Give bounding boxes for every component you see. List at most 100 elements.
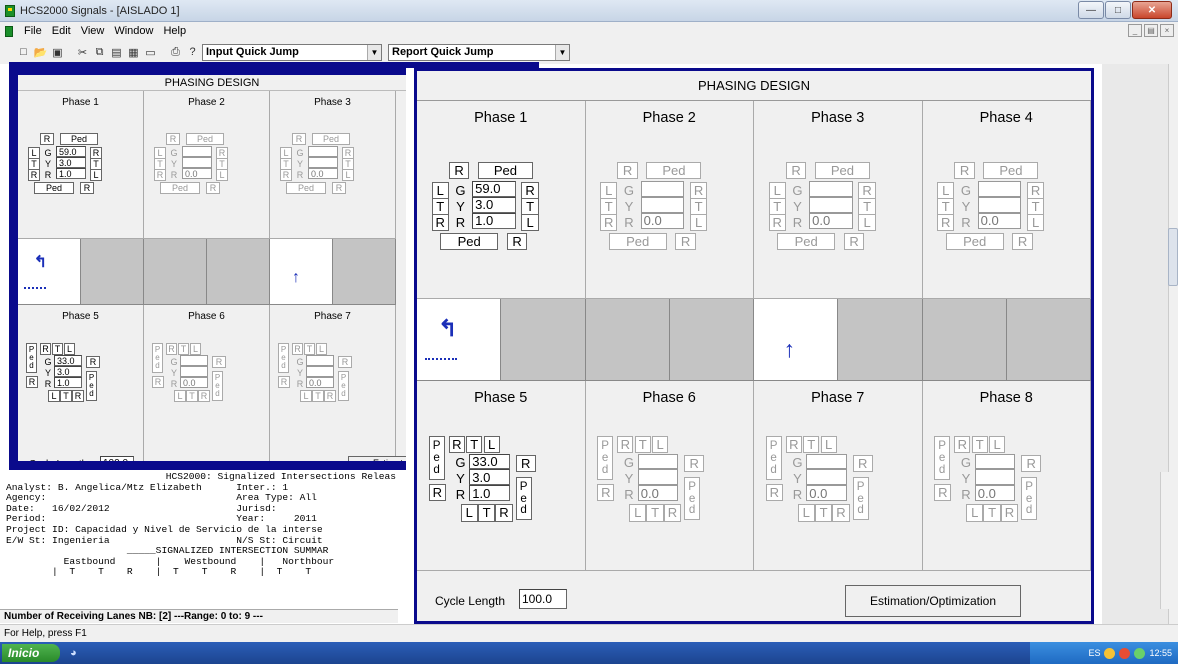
ped-button[interactable]: Ped: [34, 182, 74, 194]
ped-button[interactable]: Ped: [60, 133, 98, 145]
right-turn-button[interactable]: R: [292, 133, 306, 145]
ped-vertical-button[interactable]: Ped: [338, 371, 349, 401]
green-time-input[interactable]: [182, 146, 212, 157]
ped-vertical-button[interactable]: Ped: [26, 343, 37, 373]
right-turn-button[interactable]: R: [278, 376, 290, 388]
ped-vertical-button[interactable]: Ped: [152, 343, 163, 373]
right-turn-button[interactable]: R: [934, 483, 952, 502]
grid-icon[interactable]: ▦: [126, 45, 141, 60]
red-time-input[interactable]: 0.0: [974, 485, 1016, 502]
thru-button[interactable]: T: [634, 436, 651, 454]
ped-vertical-button[interactable]: Ped: [278, 343, 289, 373]
right-button[interactable]: R: [663, 504, 682, 522]
left-button[interactable]: L: [48, 390, 60, 402]
thru-button[interactable]: T: [60, 390, 72, 402]
left-button[interactable]: L: [600, 182, 618, 200]
left-button[interactable]: L: [966, 504, 984, 522]
right-button[interactable]: R: [515, 454, 536, 473]
movement-tile[interactable]: [585, 299, 670, 381]
right-button[interactable]: R: [72, 390, 84, 402]
yellow-time-input[interactable]: [182, 157, 212, 168]
left-button[interactable]: L: [174, 390, 186, 402]
language-indicator[interactable]: ES: [1088, 648, 1100, 658]
movement-tile[interactable]: [333, 239, 396, 305]
ped-button[interactable]: Ped: [477, 161, 533, 180]
red-time-input[interactable]: 0.0: [977, 212, 1022, 229]
movement-tile[interactable]: ↑: [754, 299, 839, 381]
left-button[interactable]: L: [858, 214, 876, 232]
movement-tile[interactable]: ↰: [417, 299, 502, 381]
right-turn-button[interactable]: R: [843, 232, 865, 251]
right-turn-button[interactable]: R: [597, 483, 615, 502]
ped-button[interactable]: Ped: [608, 232, 667, 251]
right-button[interactable]: R: [40, 343, 51, 355]
movement-tile[interactable]: [838, 299, 923, 381]
thru-button[interactable]: T: [937, 198, 955, 216]
mdi-minimize-button[interactable]: _: [1128, 24, 1142, 37]
left-button[interactable]: L: [460, 504, 478, 522]
ped-button[interactable]: Ped: [286, 182, 326, 194]
window-icon[interactable]: ▭: [143, 45, 158, 60]
right-turn-button[interactable]: R: [617, 161, 638, 180]
right-button[interactable]: R: [937, 214, 955, 232]
thru-button[interactable]: T: [814, 504, 833, 522]
ped-vertical-button[interactable]: Ped: [212, 371, 223, 401]
right-turn-button[interactable]: R: [954, 161, 975, 180]
red-time-input[interactable]: 0.0: [182, 168, 212, 179]
right-turn-button[interactable]: R: [765, 483, 783, 502]
estimation-optimization-button[interactable]: Estimation/Optimization: [845, 585, 1021, 617]
right-turn-button[interactable]: R: [785, 161, 807, 180]
paste-icon[interactable]: ▤: [109, 45, 124, 60]
ped-button[interactable]: Ped: [440, 232, 499, 251]
red-time-input[interactable]: 1.0: [54, 377, 82, 388]
right-button[interactable]: R: [324, 390, 336, 402]
thru-button[interactable]: T: [466, 436, 483, 454]
ped-button[interactable]: Ped: [777, 232, 836, 251]
right-button[interactable]: R: [684, 454, 705, 473]
right-button[interactable]: R: [166, 343, 177, 355]
menu-view[interactable]: View: [76, 25, 110, 37]
left-button[interactable]: L: [1026, 214, 1045, 232]
ped-vertical-button[interactable]: Ped: [852, 476, 869, 521]
green-time-input[interactable]: 59.0: [56, 146, 86, 157]
mdi-restore-button[interactable]: ▤: [1144, 24, 1158, 37]
ped-button[interactable]: Ped: [983, 161, 1039, 180]
movement-tile[interactable]: [1006, 299, 1091, 381]
green-time-input[interactable]: 59.0: [472, 180, 516, 197]
yellow-time-input[interactable]: [640, 196, 685, 213]
thru-button[interactable]: T: [304, 343, 315, 355]
minimize-button[interactable]: —: [1078, 1, 1104, 19]
thru-button[interactable]: T: [646, 504, 664, 522]
right-button[interactable]: R: [292, 343, 303, 355]
yellow-time-input[interactable]: 3.0: [56, 157, 86, 168]
ped-button[interactable]: Ped: [160, 182, 200, 194]
yellow-time-input[interactable]: [637, 469, 679, 486]
right-button[interactable]: R: [858, 182, 876, 200]
right-turn-button[interactable]: R: [40, 133, 54, 145]
red-time-input[interactable]: 1.0: [469, 485, 510, 502]
green-time-input[interactable]: [806, 453, 847, 470]
right-button[interactable]: R: [495, 504, 513, 522]
right-button[interactable]: R: [617, 436, 634, 454]
right-button[interactable]: R: [785, 436, 802, 454]
yellow-time-input[interactable]: [806, 469, 847, 486]
left-button[interactable]: L: [937, 182, 955, 200]
movement-tile[interactable]: [501, 299, 586, 381]
left-button[interactable]: L: [300, 390, 312, 402]
maximize-button[interactable]: □: [1105, 1, 1131, 19]
left-button[interactable]: L: [316, 343, 327, 355]
left-button[interactable]: L: [64, 343, 75, 355]
ped-vertical-button[interactable]: Ped: [765, 436, 782, 480]
left-button[interactable]: L: [483, 436, 500, 454]
right-button[interactable]: R: [1026, 182, 1045, 200]
left-button[interactable]: L: [521, 214, 539, 232]
document-icon[interactable]: [5, 25, 13, 37]
yellow-time-input[interactable]: 3.0: [469, 469, 510, 486]
movement-tile[interactable]: [207, 239, 270, 305]
right-button[interactable]: R: [768, 214, 786, 232]
thru-button[interactable]: T: [803, 436, 820, 454]
ped-button[interactable]: Ped: [945, 232, 1004, 251]
report-quick-jump-select[interactable]: Report Quick Jump ▼: [388, 43, 570, 61]
ped-button[interactable]: Ped: [186, 133, 224, 145]
yellow-time-input[interactable]: 3.0: [472, 196, 516, 213]
